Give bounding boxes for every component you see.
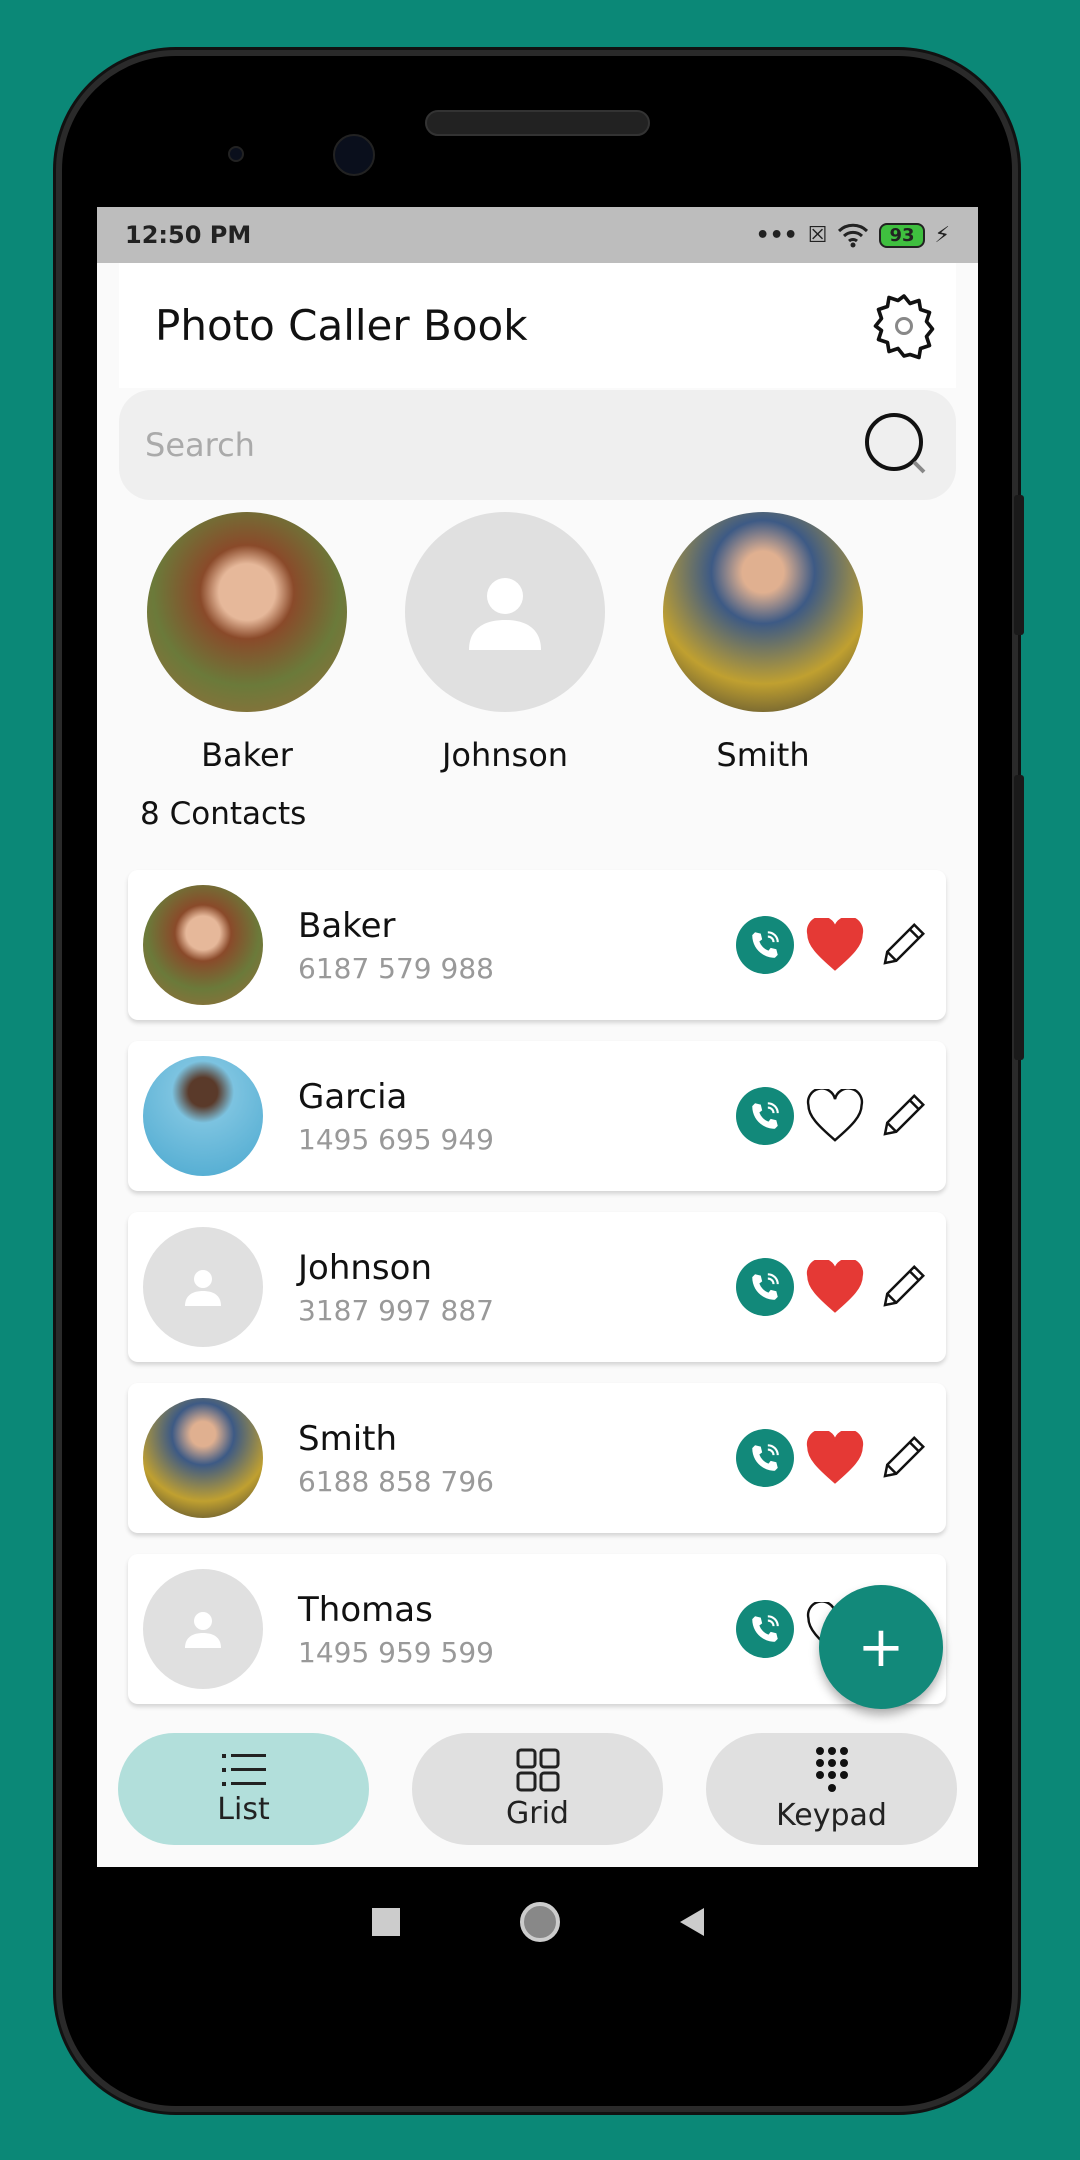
contact-phone: 3187 997 887: [298, 1293, 494, 1327]
favorite-item[interactable]: Baker: [147, 512, 347, 774]
recents-button[interactable]: [371, 1908, 400, 1936]
add-contact-button[interactable]: +: [819, 1585, 943, 1709]
system-nav-bar: [97, 1867, 978, 1977]
favorite-item[interactable]: Smith: [663, 512, 863, 774]
heart-filled-icon[interactable]: [806, 918, 864, 972]
call-button[interactable]: [736, 1429, 794, 1487]
status-bar: 12:50 PM ••• ☒ 93 ⚡: [97, 207, 978, 263]
contact-name: Baker: [298, 905, 396, 946]
tab-list[interactable]: List: [118, 1733, 369, 1845]
avatar-placeholder: [143, 1569, 263, 1689]
contact-phone: 6187 579 988: [298, 951, 494, 985]
keypad-icon: [815, 1746, 848, 1792]
favorite-name: Baker: [201, 736, 293, 774]
edit-pencil-icon[interactable]: [876, 1089, 930, 1143]
search-input[interactable]: Search: [145, 426, 255, 464]
tab-label: Grid: [506, 1795, 569, 1831]
tab-label: List: [217, 1791, 270, 1827]
contact-card[interactable]: Smith 6188 858 796: [128, 1383, 946, 1533]
battery-icon: 93: [879, 222, 925, 248]
phone-icon: [752, 1615, 779, 1642]
contact-phone: 6188 858 796: [298, 1464, 494, 1498]
front-camera: [333, 134, 375, 176]
edit-pencil-icon[interactable]: [876, 1260, 930, 1314]
more-icon: •••: [755, 222, 798, 248]
gear-icon[interactable]: [868, 290, 940, 362]
contact-name: Johnson: [298, 1247, 432, 1288]
list-icon: [221, 1753, 266, 1786]
avatar: [143, 1056, 263, 1176]
heart-outline-icon[interactable]: [806, 1089, 864, 1143]
edit-pencil-icon[interactable]: [876, 1431, 930, 1485]
person-icon: [185, 1612, 221, 1648]
tab-label: Keypad: [776, 1797, 887, 1833]
call-button[interactable]: [736, 1087, 794, 1145]
phone-icon: [752, 931, 779, 958]
volume-button: [1014, 495, 1024, 635]
tab-keypad[interactable]: Keypad: [706, 1733, 957, 1845]
contact-card[interactable]: Johnson 3187 997 887: [128, 1212, 946, 1362]
charging-icon: ⚡: [934, 222, 950, 248]
contact-name: Garcia: [298, 1076, 408, 1117]
avatar: [143, 885, 263, 1005]
app-screen: 12:50 PM ••• ☒ 93 ⚡ Photo Caller Book Se…: [97, 207, 978, 1867]
edit-pencil-icon[interactable]: [876, 918, 930, 972]
call-button[interactable]: [736, 916, 794, 974]
call-button[interactable]: [736, 1258, 794, 1316]
power-button: [1014, 775, 1024, 1060]
wifi-icon: [838, 223, 869, 248]
status-time: 12:50 PM: [125, 221, 252, 249]
app-header: Photo Caller Book: [119, 263, 956, 388]
call-button[interactable]: [736, 1600, 794, 1658]
no-sim-icon: ☒: [807, 222, 828, 248]
bottom-nav: List Grid Keypad: [118, 1733, 957, 1845]
phone-icon: [752, 1444, 779, 1471]
avatar: [147, 512, 347, 712]
search-icon[interactable]: [864, 412, 930, 478]
grid-icon: [516, 1748, 559, 1791]
earpiece: [425, 110, 650, 136]
avatar-placeholder: [143, 1227, 263, 1347]
contact-card[interactable]: Baker 6187 579 988: [128, 870, 946, 1020]
favorite-item[interactable]: Johnson: [405, 512, 605, 774]
heart-filled-icon[interactable]: [806, 1260, 864, 1314]
sensor: [228, 146, 244, 162]
app-title: Photo Caller Book: [155, 301, 528, 350]
avatar-placeholder: [405, 512, 605, 712]
back-button[interactable]: [679, 1908, 704, 1936]
favorite-name: Johnson: [441, 736, 569, 774]
contact-name: Thomas: [298, 1589, 433, 1630]
heart-filled-icon[interactable]: [806, 1431, 864, 1485]
tab-grid[interactable]: Grid: [412, 1733, 663, 1845]
phone-icon: [752, 1273, 779, 1300]
avatar: [663, 512, 863, 712]
person-icon: [185, 1270, 221, 1306]
phone-icon: [752, 1102, 779, 1129]
contact-phone: 1495 959 599: [298, 1635, 494, 1669]
person-icon: [469, 578, 541, 650]
search-bar[interactable]: Search: [119, 390, 956, 500]
contact-phone: 1495 695 949: [298, 1122, 494, 1156]
contact-card[interactable]: Garcia 1495 695 949: [128, 1041, 946, 1191]
home-button[interactable]: [519, 1902, 560, 1942]
avatar: [143, 1398, 263, 1518]
favorites-row: Baker Johnson Smith: [97, 500, 978, 774]
contacts-count: 8 Contacts: [140, 796, 307, 832]
favorite-name: Smith: [716, 736, 810, 774]
contact-name: Smith: [298, 1418, 398, 1459]
